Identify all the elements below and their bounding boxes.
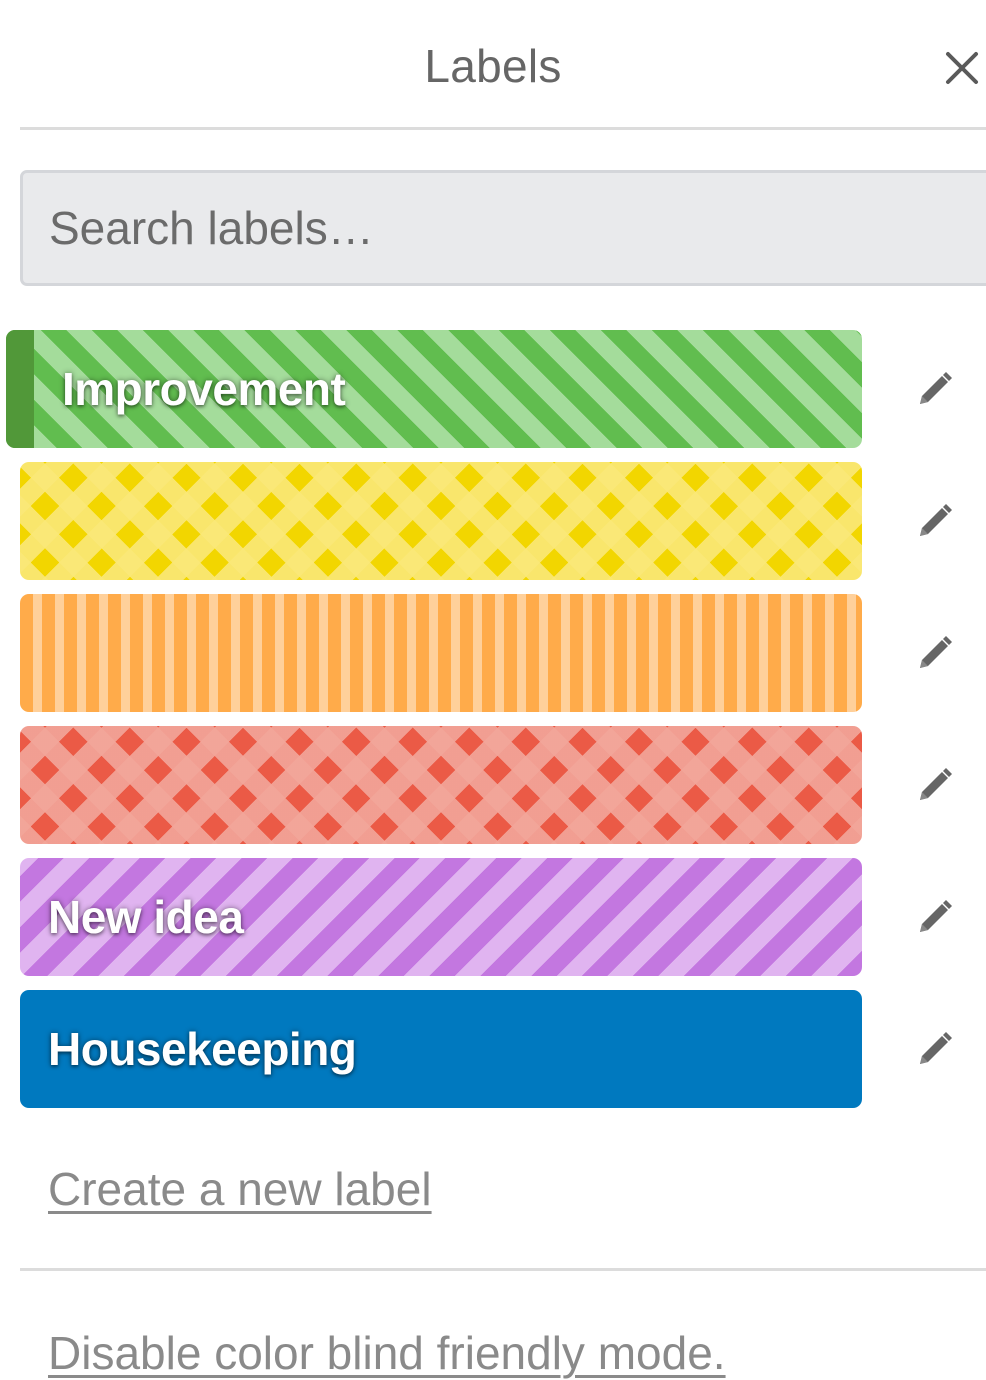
label-chip-green[interactable]: Improvement (6, 330, 862, 448)
edit-label-button[interactable] (912, 366, 958, 412)
search-input[interactable] (23, 173, 986, 283)
selected-indicator (6, 330, 34, 448)
pencil-icon (920, 372, 952, 404)
edit-label-button[interactable] (912, 498, 958, 544)
edit-label-button[interactable] (912, 762, 958, 808)
pencil-icon (920, 768, 952, 800)
popover-title: Labels (424, 40, 562, 92)
label-row-improvement: Improvement (0, 330, 986, 448)
label-row-orange (0, 594, 986, 712)
edit-label-button[interactable] (912, 1026, 958, 1072)
label-row-new-idea: New idea (0, 858, 986, 976)
edit-label-button[interactable] (912, 630, 958, 676)
label-row-housekeeping: Housekeeping (0, 990, 986, 1108)
create-label-link[interactable]: Create a new label (48, 1162, 432, 1216)
header-divider (20, 127, 986, 130)
label-chip-purple[interactable]: New idea (20, 858, 862, 976)
labels-popover: Labels Improvement (0, 0, 986, 1380)
edit-label-button[interactable] (912, 894, 958, 940)
search-box (20, 170, 986, 286)
footer-divider (20, 1268, 986, 1271)
label-name: New idea (48, 891, 244, 943)
pencil-icon (920, 1032, 952, 1064)
label-name: Improvement (62, 363, 346, 415)
label-name: Housekeeping (48, 1023, 357, 1075)
label-chip-yellow[interactable] (20, 462, 862, 580)
close-icon (946, 52, 978, 84)
pencil-icon (920, 504, 952, 536)
label-chip-red[interactable] (20, 726, 862, 844)
popover-header: Labels (0, 0, 986, 130)
pencil-icon (920, 900, 952, 932)
pencil-icon (920, 636, 952, 668)
label-row-red (0, 726, 986, 844)
label-chip-blue[interactable]: Housekeeping (20, 990, 862, 1108)
label-row-yellow (0, 462, 986, 580)
close-button[interactable] (936, 44, 986, 96)
colorblind-mode-link[interactable]: Disable color blind friendly mode. (48, 1326, 726, 1380)
label-chip-orange[interactable] (20, 594, 862, 712)
